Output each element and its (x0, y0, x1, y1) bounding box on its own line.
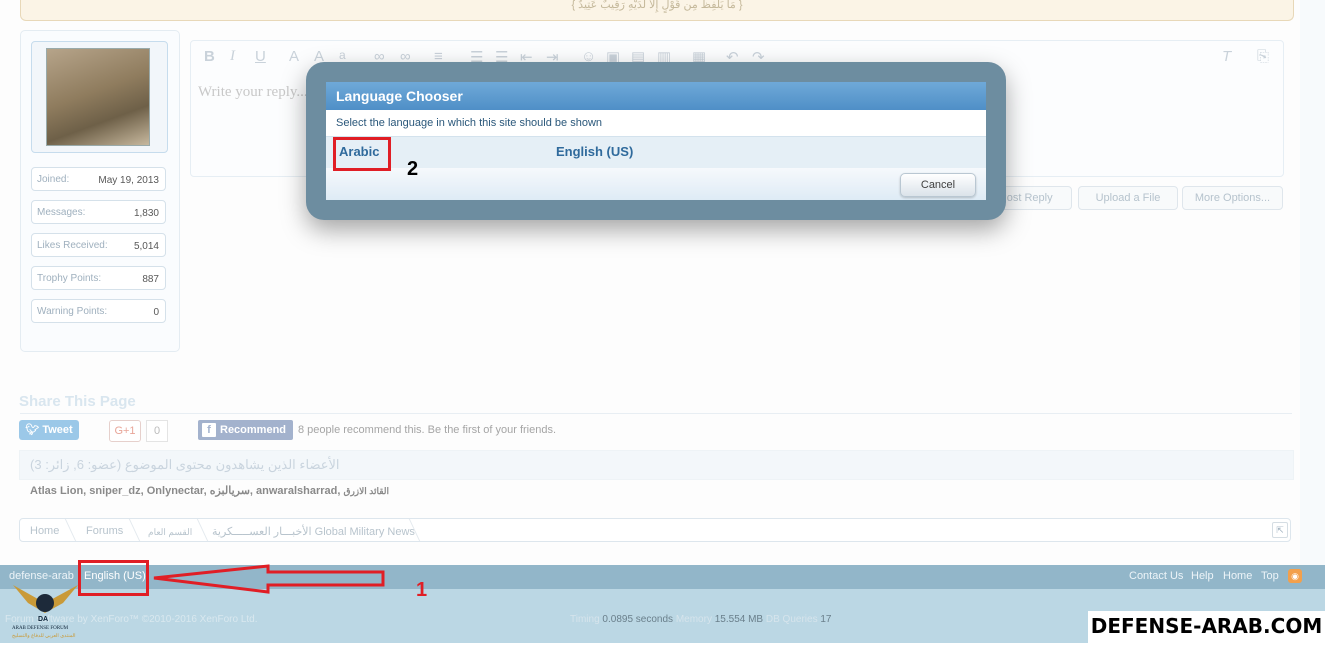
logo-subtitle: ARAB DEFENSE FORUM (12, 626, 69, 631)
stat-value: 5,014 (133, 241, 159, 252)
facebook-icon: f (202, 423, 216, 437)
logo-emblem-icon: DA ARAB DEFENSE FORUM المنتدى العربي للد… (12, 585, 78, 639)
avatar-image[interactable] (46, 48, 150, 146)
stat-label: Joined: (37, 174, 70, 185)
tweet-label: Tweet (42, 424, 73, 436)
footer-home-link[interactable]: Home (1223, 570, 1252, 582)
debug-timing: Timing 0.0895 seconds Memory 15.554 MB D… (570, 614, 831, 625)
logo-text: DA (38, 616, 48, 623)
jump-to-page-icon[interactable]: ⇱ (1272, 522, 1288, 538)
queries-label: DB Queries (765, 614, 818, 625)
breadcrumb (19, 518, 1291, 542)
editor-placeholder[interactable]: Write your reply... (198, 84, 308, 101)
stat-value: 0 (153, 307, 159, 318)
more-options-button[interactable]: More Options... (1182, 186, 1283, 210)
annotation-number-2: 2 (407, 158, 419, 180)
annotation-arrow-icon (153, 564, 385, 594)
italic-icon[interactable]: I (230, 48, 235, 65)
timing-label: Timing (570, 614, 600, 625)
queries-value: 17 (820, 614, 832, 625)
remove-format-icon[interactable]: T (1222, 48, 1231, 65)
signature-quote: { مَا يَلْفِظُ مِن قَوْلٍ إِلَّا لَدَيْه… (20, 0, 1294, 21)
memory-value: 15.554 MB (714, 614, 764, 625)
crumb-forums[interactable]: Forums (86, 525, 123, 537)
crumb-forum[interactable]: الأخبـــار العســـــكرية Global Military… (212, 525, 415, 538)
stat-value: 1,830 (133, 208, 159, 219)
facebook-recommend-button[interactable]: f Recommend (198, 420, 293, 440)
footer-contact-link[interactable]: Contact Us (1129, 570, 1183, 582)
modal-description: Select the language in which this site s… (336, 117, 603, 129)
share-divider (20, 413, 1292, 414)
viewer-name[interactable]: سريالبزه (210, 485, 250, 497)
language-option-english[interactable]: English (US) (556, 144, 633, 159)
modal-footer (326, 168, 986, 200)
twitter-icon: 🐦︎ (25, 424, 43, 436)
recommend-label: Recommend (220, 424, 287, 436)
logo-arabic: المنتدى العربي للدفاع والتسليح (12, 633, 76, 639)
stat-value: 887 (142, 274, 159, 285)
footer-top-link[interactable]: Top (1261, 570, 1279, 582)
gplus-count: 0 (146, 420, 168, 442)
watermark: DEFENSE-ARAB.COM (1088, 611, 1325, 643)
bold-icon[interactable]: B (204, 48, 215, 65)
gplus-button[interactable]: G+1 (109, 420, 141, 442)
underline-icon[interactable]: U (255, 48, 266, 65)
stat-label: Warning Points: (37, 306, 108, 317)
stat-label: Trophy Points: (37, 273, 102, 284)
viewer-name[interactable]: القائد الازرق (343, 486, 389, 496)
stat-joined: Joined: May 19, 2013 (31, 167, 166, 191)
crumb-section[interactable]: القسم العام (148, 527, 192, 538)
share-title: Share This Page (19, 393, 136, 410)
viewer-names[interactable]: , anwaralsharrad, (250, 485, 344, 497)
annotation-box-arabic (333, 137, 391, 171)
viewers-title: الأعضاء الذين يشاهدون محتوى الموضوع (عضو… (30, 457, 340, 472)
stat-likes: Likes Received: 5,014 (31, 233, 166, 257)
footer-help-link[interactable]: Help (1191, 570, 1214, 582)
language-list (326, 136, 986, 169)
viewer-names[interactable]: Atlas Lion, sniper_dz, Onlynectar, (30, 485, 210, 497)
upload-file-button[interactable]: Upload a File (1078, 186, 1178, 210)
viewers-list: Atlas Lion, sniper_dz, Onlynectar, سريال… (30, 484, 389, 497)
font-color-icon[interactable]: A (289, 48, 299, 65)
tweet-button[interactable]: 🐦︎ Tweet (19, 420, 79, 440)
facebook-recommend-text: 8 people recommend this. Be the first of… (298, 424, 557, 436)
font-family-icon[interactable]: a (339, 48, 346, 62)
stat-value: May 19, 2013 (98, 175, 159, 186)
site-logo[interactable]: DA ARAB DEFENSE FORUM المنتدى العربي للد… (8, 573, 83, 643)
stat-label: Likes Received: (37, 240, 108, 251)
timing-value: 0.0895 seconds (602, 614, 674, 625)
stat-messages[interactable]: Messages: 1,830 (31, 200, 166, 224)
rss-icon[interactable]: ◉ (1288, 569, 1302, 583)
cancel-button[interactable]: Cancel (900, 173, 976, 197)
crumb-home[interactable]: Home (30, 525, 59, 537)
annotation-box-language (78, 560, 149, 596)
page-gutter (1300, 0, 1325, 565)
stat-label: Messages: (37, 207, 86, 218)
toggle-bbcode-icon[interactable]: ⎘ (1257, 48, 1269, 65)
annotation-number-1: 1 (416, 579, 428, 601)
modal-title: Language Chooser (336, 88, 463, 104)
memory-label: Memory (675, 614, 712, 625)
stat-warning: Warning Points: 0 (31, 299, 166, 323)
stat-trophy[interactable]: Trophy Points: 887 (31, 266, 166, 290)
